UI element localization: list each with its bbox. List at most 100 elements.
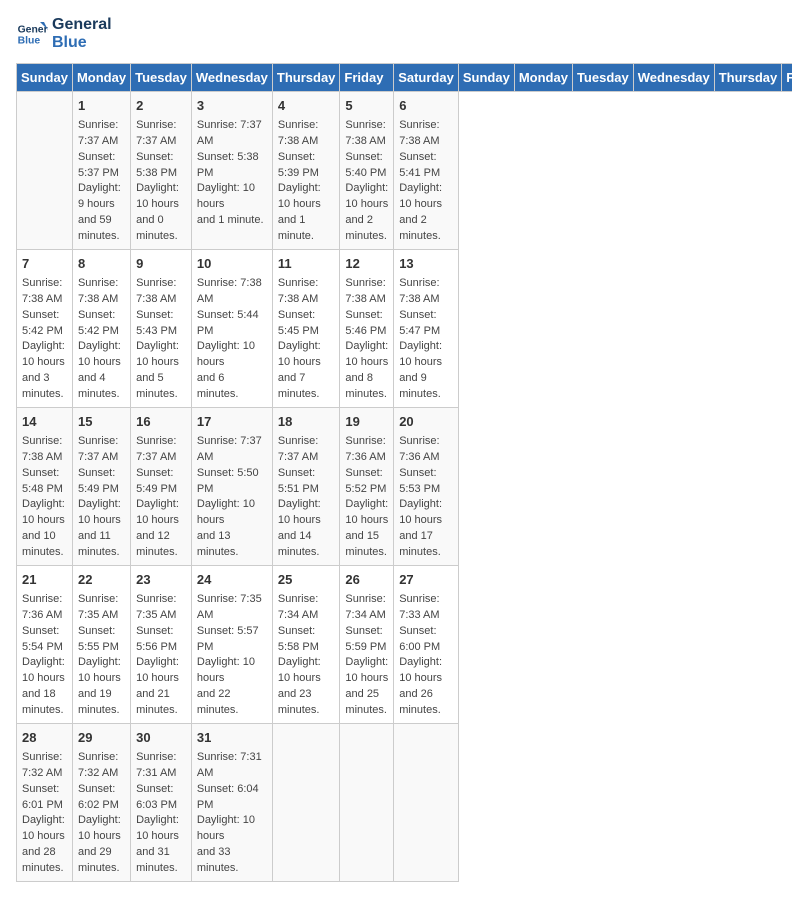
- calendar-cell: 15Sunrise: 7:37 AMSunset: 5:49 PMDayligh…: [72, 408, 130, 566]
- day-number: 8: [78, 254, 125, 274]
- calendar-cell: 3Sunrise: 7:37 AMSunset: 5:38 PMDaylight…: [191, 92, 272, 250]
- day-info: Sunrise: 7:38 AMSunset: 5:45 PMDaylight:…: [278, 276, 335, 404]
- day-info: Sunrise: 7:33 AMSunset: 6:00 PMDaylight:…: [399, 592, 453, 720]
- calendar-cell: 29Sunrise: 7:32 AMSunset: 6:02 PMDayligh…: [72, 724, 130, 882]
- logo-general: General: [52, 16, 112, 33]
- day-info: Sunrise: 7:32 AMSunset: 6:02 PMDaylight:…: [78, 750, 125, 878]
- day-number: 6: [399, 96, 453, 116]
- day-number: 25: [278, 570, 335, 590]
- day-number: 30: [136, 728, 186, 748]
- calendar-cell: 5Sunrise: 7:38 AMSunset: 5:40 PMDaylight…: [340, 92, 394, 250]
- day-info: Sunrise: 7:38 AMSunset: 5:42 PMDaylight:…: [78, 276, 125, 404]
- calendar-cell: 21Sunrise: 7:36 AMSunset: 5:54 PMDayligh…: [17, 566, 73, 724]
- day-info: Sunrise: 7:38 AMSunset: 5:39 PMDaylight:…: [278, 118, 335, 246]
- day-number: 21: [22, 570, 67, 590]
- day-number: 22: [78, 570, 125, 590]
- header-thursday: Thursday: [272, 64, 340, 92]
- header-wednesday: Wednesday: [633, 64, 714, 92]
- day-number: 7: [22, 254, 67, 274]
- header-thursday: Thursday: [714, 64, 782, 92]
- day-info: Sunrise: 7:38 AMSunset: 5:48 PMDaylight:…: [22, 434, 67, 562]
- day-number: 12: [345, 254, 388, 274]
- calendar-cell: 24Sunrise: 7:35 AMSunset: 5:57 PMDayligh…: [191, 566, 272, 724]
- header-friday: Friday: [782, 64, 792, 92]
- svg-text:General: General: [18, 24, 48, 35]
- calendar-cell: 8Sunrise: 7:38 AMSunset: 5:42 PMDaylight…: [72, 250, 130, 408]
- calendar-cell: 4Sunrise: 7:38 AMSunset: 5:39 PMDaylight…: [272, 92, 340, 250]
- calendar-cell: [340, 724, 394, 882]
- day-number: 14: [22, 412, 67, 432]
- header-monday: Monday: [514, 64, 572, 92]
- calendar-cell: 23Sunrise: 7:35 AMSunset: 5:56 PMDayligh…: [131, 566, 192, 724]
- day-info: Sunrise: 7:37 AMSunset: 5:51 PMDaylight:…: [278, 434, 335, 562]
- calendar-cell: 6Sunrise: 7:38 AMSunset: 5:41 PMDaylight…: [394, 92, 459, 250]
- day-info: Sunrise: 7:38 AMSunset: 5:46 PMDaylight:…: [345, 276, 388, 404]
- calendar-cell: 16Sunrise: 7:37 AMSunset: 5:49 PMDayligh…: [131, 408, 192, 566]
- header-sunday: Sunday: [458, 64, 514, 92]
- svg-text:Blue: Blue: [18, 35, 41, 46]
- day-number: 2: [136, 96, 186, 116]
- week-row-0: 1Sunrise: 7:37 AMSunset: 5:37 PMDaylight…: [17, 92, 792, 250]
- header-saturday: Saturday: [394, 64, 459, 92]
- week-row-1: 7 Sunrise: 7:38 AMSunset: 5:42 PMDaylight…: [17, 250, 792, 408]
- day-info: Sunrise: 7:37 AMSunset: 5:38 PMDaylight:…: [136, 118, 186, 246]
- calendar-cell: [394, 724, 459, 882]
- day-info: Sunrise: 7:34 AMSunset: 5:59 PMDaylight:…: [345, 592, 388, 720]
- calendar-cell: 7Sunrise: 7:38 AMSunset: 5:42 PMDaylight…: [17, 250, 73, 408]
- day-number: 18: [278, 412, 335, 432]
- day-number: 16: [136, 412, 186, 432]
- day-info: Sunrise: 7:37 AMSunset: 5:38 PMDaylight:…: [197, 118, 267, 230]
- day-number: 20: [399, 412, 453, 432]
- calendar-header-row: SundayMondayTuesdayWednesdayThursdayFrid…: [17, 64, 792, 92]
- calendar-cell: 2Sunrise: 7:37 AMSunset: 5:38 PMDaylight…: [131, 92, 192, 250]
- day-number: 9: [136, 254, 186, 274]
- week-row-4: 28Sunrise: 7:32 AMSunset: 6:01 PMDayligh…: [17, 724, 792, 882]
- calendar-cell: 20Sunrise: 7:36 AMSunset: 5:53 PMDayligh…: [394, 408, 459, 566]
- day-number: 26: [345, 570, 388, 590]
- calendar-cell: [272, 724, 340, 882]
- day-info: Sunrise: 7:37 AMSunset: 5:37 PMDaylight:…: [78, 118, 125, 246]
- day-info: Sunrise: 7:35 AMSunset: 5:57 PMDaylight:…: [197, 592, 267, 720]
- day-number: 1: [78, 96, 125, 116]
- calendar-cell: 19Sunrise: 7:36 AMSunset: 5:52 PMDayligh…: [340, 408, 394, 566]
- day-number: 31: [197, 728, 267, 748]
- day-number: 15: [78, 412, 125, 432]
- week-row-3: 21Sunrise: 7:36 AMSunset: 5:54 PMDayligh…: [17, 566, 792, 724]
- calendar-cell: 28Sunrise: 7:32 AMSunset: 6:01 PMDayligh…: [17, 724, 73, 882]
- calendar-cell: 30Sunrise: 7:31 AMSunset: 6:03 PMDayligh…: [131, 724, 192, 882]
- day-number: 27: [399, 570, 453, 590]
- day-info: Sunrise: 7:38 AMSunset: 5:47 PMDaylight:…: [399, 276, 453, 404]
- logo-icon: General Blue: [16, 18, 48, 50]
- day-info: Sunrise: 7:37 AMSunset: 5:50 PMDaylight:…: [197, 434, 267, 562]
- day-info: Sunrise: 7:35 AMSunset: 5:56 PMDaylight:…: [136, 592, 186, 720]
- calendar-cell: 26Sunrise: 7:34 AMSunset: 5:59 PMDayligh…: [340, 566, 394, 724]
- day-info: Sunrise: 7:35 AMSunset: 5:55 PMDaylight:…: [78, 592, 125, 720]
- calendar-cell: 31Sunrise: 7:31 AMSunset: 6:04 PMDayligh…: [191, 724, 272, 882]
- calendar-cell: 27Sunrise: 7:33 AMSunset: 6:00 PMDayligh…: [394, 566, 459, 724]
- day-info: Sunrise: 7:36 AMSunset: 5:53 PMDaylight:…: [399, 434, 453, 562]
- day-number: 5: [345, 96, 388, 116]
- day-info: Sunrise: 7:31 AMSunset: 6:04 PMDaylight:…: [197, 750, 267, 878]
- day-number: 23: [136, 570, 186, 590]
- calendar-cell: 12Sunrise: 7:38 AMSunset: 5:46 PMDayligh…: [340, 250, 394, 408]
- calendar-cell: 14Sunrise: 7:38 AMSunset: 5:48 PMDayligh…: [17, 408, 73, 566]
- day-number: 24: [197, 570, 267, 590]
- day-info: Sunrise: 7:38 AMSunset: 5:41 PMDaylight:…: [399, 118, 453, 246]
- day-number: 10: [197, 254, 267, 274]
- calendar-cell: 1Sunrise: 7:37 AMSunset: 5:37 PMDaylight…: [72, 92, 130, 250]
- day-info: Sunrise: 7:37 AMSunset: 5:49 PMDaylight:…: [78, 434, 125, 562]
- day-info: Sunrise: 7:36 AMSunset: 5:52 PMDaylight:…: [345, 434, 388, 562]
- day-number: 4: [278, 96, 335, 116]
- day-info: Sunrise: 7:31 AMSunset: 6:03 PMDaylight:…: [136, 750, 186, 878]
- header-tuesday: Tuesday: [131, 64, 192, 92]
- calendar-table: SundayMondayTuesdayWednesdayThursdayFrid…: [16, 63, 792, 882]
- calendar-cell: 9Sunrise: 7:38 AMSunset: 5:43 PMDaylight…: [131, 250, 192, 408]
- calendar-cell: 10Sunrise: 7:38 AMSunset: 5:44 PMDayligh…: [191, 250, 272, 408]
- day-info: Sunrise: 7:34 AMSunset: 5:58 PMDaylight:…: [278, 592, 335, 720]
- calendar-cell: [17, 92, 73, 250]
- day-info: Sunrise: 7:38 AMSunset: 5:44 PMDaylight:…: [197, 276, 267, 404]
- header-wednesday: Wednesday: [191, 64, 272, 92]
- day-info: Sunrise: 7:32 AMSunset: 6:01 PMDaylight:…: [22, 750, 67, 878]
- day-number: 19: [345, 412, 388, 432]
- header-monday: Monday: [72, 64, 130, 92]
